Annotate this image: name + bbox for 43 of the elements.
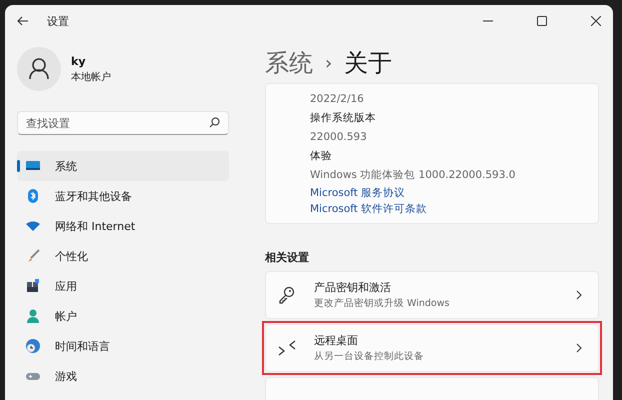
settings-card[interactable]: 产品密钥和激活 更改产品密钥或升级 Windows (265, 271, 599, 319)
info-value: 22000.593 (310, 130, 368, 145)
settings-card[interactable]: 远程桌面 从另一台设备控制此设备 (265, 324, 599, 372)
search-field[interactable]: 查找设置 (17, 111, 229, 135)
nav-item[interactable]: 游戏 (17, 361, 229, 391)
page-title: 关于 (344, 48, 392, 79)
link[interactable]: Microsoft 服务协议 (310, 185, 598, 201)
window-title: 设置 (47, 14, 69, 28)
chevron-right-icon (576, 290, 582, 300)
avatar-icon (17, 47, 61, 91)
info-value: Windows 功能体验包 1000.22000.593.0 (310, 168, 516, 183)
nav-item[interactable]: 蓝牙和其他设备 (17, 181, 229, 211)
key-icon (278, 286, 296, 304)
nav-item[interactable]: 时间和语言 (17, 331, 229, 361)
person-icon (25, 308, 41, 324)
card-title: 产品密钥和激活 (314, 280, 392, 295)
link[interactable]: Microsoft 软件许可条款 (310, 201, 598, 217)
card-subtitle: 更改产品密钥或升级 Windows (314, 297, 450, 310)
maximize-icon[interactable] (537, 16, 547, 26)
remote-desktop-icon (278, 339, 296, 357)
back-arrow-icon[interactable] (17, 16, 29, 26)
chevron-right-icon (576, 343, 582, 353)
card-subtitle: 从另一台设备控制此设备 (314, 350, 425, 363)
globe-clock-icon (25, 338, 41, 354)
nav-item[interactable]: 系统 (17, 151, 229, 181)
brush-icon (25, 248, 41, 264)
account-type: 本地帐户 (71, 70, 111, 84)
section-heading: 相关设置 (265, 250, 310, 265)
close-icon[interactable] (591, 16, 601, 26)
apps-icon (25, 278, 41, 294)
info-label: 操作系统版本 (310, 111, 377, 126)
breadcrumb-separator: › (325, 52, 332, 74)
nav-item[interactable]: 应用 (17, 271, 229, 301)
nav-item[interactable]: 个性化 (17, 241, 229, 271)
breadcrumb-parent[interactable]: 系统 (265, 47, 313, 79)
nav-item[interactable]: 网络和 Internet (17, 211, 229, 241)
info-label: 体验 (310, 149, 333, 164)
info-value: 2022/2/16 (310, 92, 365, 107)
bluetooth-icon (25, 188, 41, 204)
account-name: ky (71, 54, 86, 68)
nav-item[interactable]: 帐户 (17, 301, 229, 331)
search-icon (209, 117, 220, 128)
card-title: 远程桌面 (314, 333, 359, 348)
